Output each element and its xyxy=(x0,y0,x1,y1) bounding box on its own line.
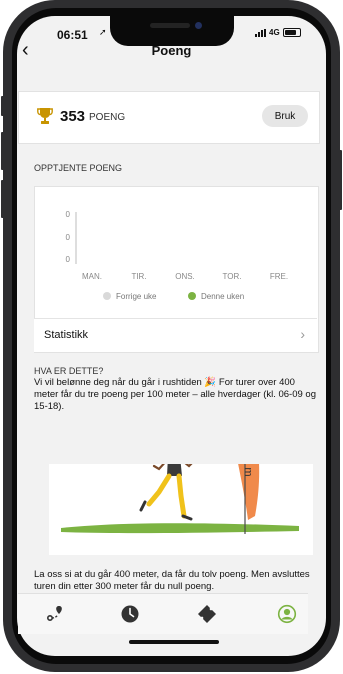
tab-profile[interactable] xyxy=(258,594,316,634)
earned-points-heading: OPPTJENTE POENG xyxy=(34,163,123,173)
info-text: Vi vil belønne deg når du går i rushtide… xyxy=(34,377,316,413)
profile-icon xyxy=(277,604,297,624)
y-tick-label: 0 xyxy=(66,255,71,264)
statistics-row[interactable]: Statistikk › xyxy=(34,318,317,352)
x-tick-label: TOR. xyxy=(223,272,242,281)
info-heading: HVA ER DETTE? xyxy=(34,366,104,376)
example-text: La oss si at du går 400 meter, da får du… xyxy=(34,569,310,592)
speaker-grille xyxy=(150,23,190,28)
x-tick-label: ONS. xyxy=(175,272,195,281)
clock-icon xyxy=(121,605,139,623)
x-tick-label: MAN. xyxy=(82,272,102,281)
notch xyxy=(110,16,234,46)
chevron-right-icon: › xyxy=(300,326,305,342)
network-label: 4G xyxy=(269,28,280,37)
tab-bar xyxy=(18,593,308,634)
walking-illustration: 400 m xyxy=(49,433,313,555)
points-value: 353 xyxy=(60,108,86,125)
status-indicators: 4G xyxy=(255,28,301,37)
battery-icon xyxy=(282,28,301,37)
legend-swatch xyxy=(103,292,111,300)
info-text-part-1: Vi vil belønne deg når du går i rushtide… xyxy=(34,377,202,388)
use-points-button[interactable]: Bruk xyxy=(262,105,308,127)
tab-tickets[interactable] xyxy=(178,594,236,634)
statistics-label: Statistikk xyxy=(44,329,89,341)
runner-illustration: 400 m xyxy=(61,433,299,534)
location-arrow-icon: ➚ xyxy=(99,27,107,37)
legend-label: Denne uken xyxy=(201,292,244,301)
points-unit-label: POENG xyxy=(89,112,126,123)
status-time: 06:51 xyxy=(57,28,88,42)
x-tick-label: FRE. xyxy=(270,272,288,281)
party-popper-icon: 🎉 xyxy=(204,377,217,388)
trophy-icon xyxy=(37,108,53,124)
y-tick-label: 0 xyxy=(66,233,71,242)
banner-text: 400 m xyxy=(242,464,254,477)
home-indicator[interactable] xyxy=(129,640,219,644)
tab-history[interactable] xyxy=(101,594,159,634)
route-icon xyxy=(46,606,62,622)
legend-label: Forrige uke xyxy=(116,292,157,301)
tab-trips[interactable] xyxy=(26,594,84,634)
y-tick-label: 0 xyxy=(66,210,71,219)
front-camera xyxy=(195,22,202,29)
earned-points-chart: 0 0 0 MAN. TIR. ONS. TOR. FRE. Forrige uke Denn… xyxy=(66,210,289,301)
signal-icon xyxy=(255,28,266,37)
legend-swatch xyxy=(188,292,196,300)
ticket-icon xyxy=(198,605,216,623)
x-tick-label: TIR. xyxy=(131,272,146,281)
